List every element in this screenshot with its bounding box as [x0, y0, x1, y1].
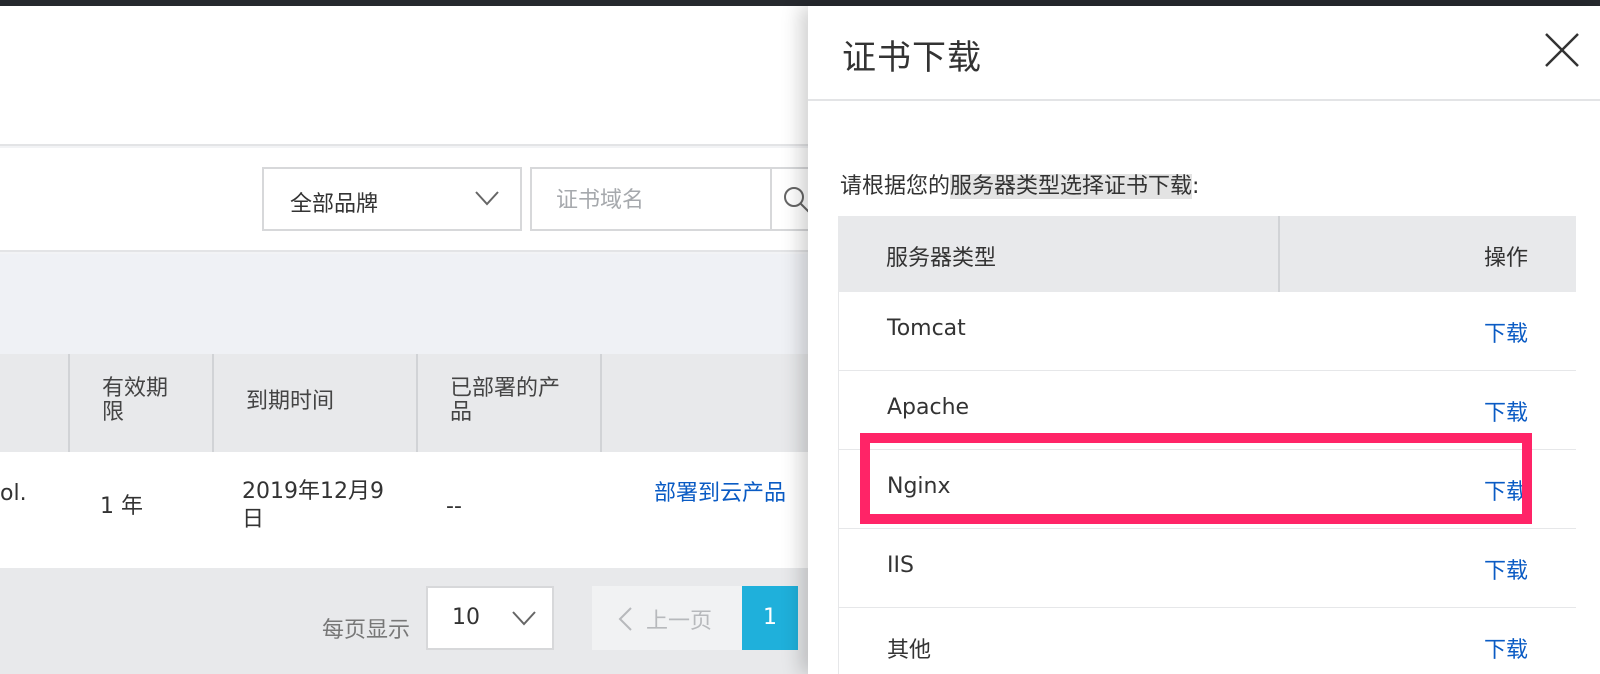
- column-divider: [212, 354, 214, 452]
- close-icon[interactable]: [1544, 32, 1580, 68]
- server-name: IIS: [887, 553, 914, 578]
- server-name: 其他: [887, 638, 932, 663]
- col-server-type: 服务器类型: [886, 246, 997, 271]
- drawer-instruction: 请根据您的服务器类型选择证书下载:: [840, 168, 1199, 200]
- server-row-nginx: Nginx 下载: [838, 450, 1576, 529]
- cert-table-header: 有效期限 到期时间 已部署的产品: [0, 354, 810, 452]
- cert-name-fragment: ol.: [0, 481, 27, 506]
- server-row-iis: IIS 下载: [838, 529, 1576, 608]
- cert-validity: 1 年: [100, 494, 143, 519]
- instruction-prefix: 请根据您的: [840, 174, 951, 199]
- column-divider: [68, 354, 70, 452]
- server-type-table: 服务器类型 操作 Tomcat 下载 Apache 下载 Nginx 下载 II…: [838, 216, 1576, 674]
- per-page-select[interactable]: 10: [426, 586, 554, 650]
- server-row-tomcat: Tomcat 下载: [838, 292, 1576, 371]
- instruction-suffix: :: [1192, 174, 1200, 199]
- server-name: Apache: [887, 395, 970, 420]
- prev-page-button[interactable]: 上一页: [592, 586, 742, 650]
- server-name: Nginx: [887, 474, 951, 499]
- cert-download-drawer: 证书下载 请根据您的服务器类型选择证书下载: 服务器类型 操作 Tomcat 下…: [808, 6, 1600, 674]
- server-row-other: 其他 下载: [838, 608, 1576, 674]
- column-divider: [416, 354, 418, 452]
- drawer-header: 证书下载: [808, 6, 1600, 101]
- instruction-highlight: 服务器类型选择证书下载: [950, 174, 1193, 199]
- prev-page-label: 上一页: [646, 609, 713, 634]
- column-divider: [600, 354, 602, 452]
- page-header: [0, 6, 810, 146]
- page-number-current[interactable]: 1: [742, 586, 798, 650]
- chevron-down-icon: [512, 611, 536, 626]
- column-divider: [1278, 216, 1280, 292]
- background-page: 全部品牌 有效期限 到期时间 已部署的产品 ol. 1 年 2019年12月9日…: [0, 6, 810, 674]
- server-table-header: 服务器类型 操作: [838, 216, 1576, 292]
- per-page-label: 每页显示: [322, 618, 411, 643]
- toolbar-band: [0, 254, 810, 354]
- domain-search-input[interactable]: [556, 183, 756, 217]
- col-action: 操作: [1483, 246, 1528, 271]
- chevron-left-icon: [618, 607, 632, 631]
- download-link-apache[interactable]: 下载: [1484, 395, 1528, 427]
- download-link-other[interactable]: 下载: [1484, 632, 1528, 664]
- download-link-tomcat[interactable]: 下载: [1484, 316, 1528, 348]
- table-row: ol. 1 年 2019年12月9日 -- 部署到云产品: [0, 452, 810, 568]
- brand-select-value: 全部品牌: [290, 192, 379, 217]
- filter-bar: 全部品牌: [0, 148, 810, 252]
- deploy-to-cloud-link[interactable]: 部署到云产品: [654, 480, 786, 508]
- chevron-down-icon: [475, 191, 499, 206]
- domain-search-field: [530, 167, 810, 231]
- pagination-bar: 每页显示 10 上一页 1: [0, 568, 810, 674]
- server-name: Tomcat: [887, 316, 966, 341]
- per-page-value: 10: [452, 605, 480, 630]
- cert-deployed: --: [446, 494, 462, 519]
- drawer-title: 证书下载: [842, 38, 982, 78]
- search-divider: [770, 169, 772, 229]
- brand-select[interactable]: 全部品牌: [262, 167, 522, 231]
- download-link-iis[interactable]: 下载: [1484, 553, 1528, 585]
- cert-expiry: 2019年12月9日: [242, 479, 384, 532]
- server-row-apache: Apache 下载: [838, 371, 1576, 450]
- download-link-nginx[interactable]: 下载: [1484, 474, 1528, 506]
